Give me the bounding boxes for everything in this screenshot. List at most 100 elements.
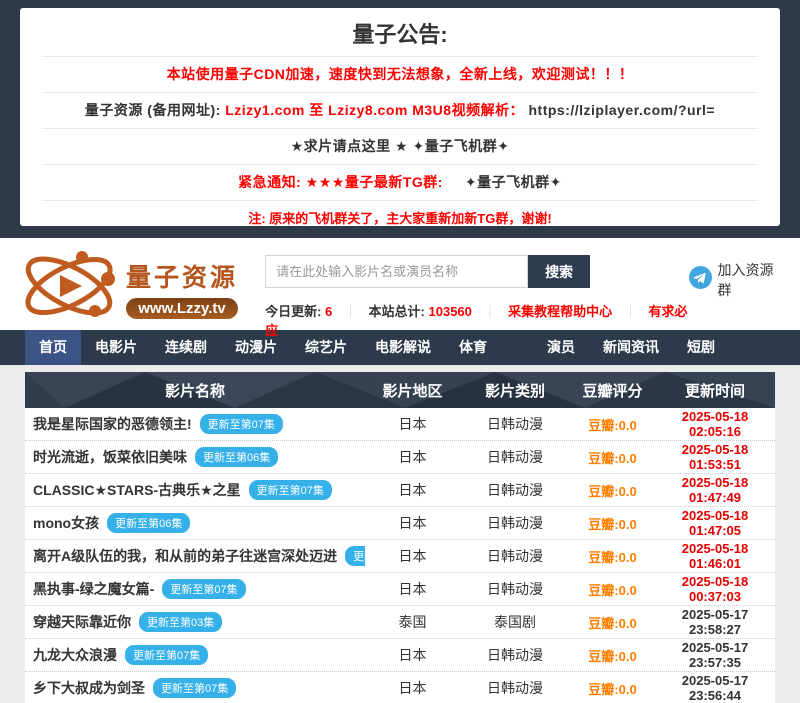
movie-title-link[interactable]: 我是星际国家的恶德领主! <box>33 414 192 434</box>
atom-logo-icon <box>18 248 120 329</box>
announcement-box: 量子公告: 本站使用量子CDN加速，速度快到无法想象，全新上线，欢迎测试！！！ … <box>20 8 780 226</box>
movie-update-time: 2025-05-18 00:37:03 <box>655 574 775 604</box>
site-header: 量子资源 www.Lzzy.tv 搜索 今日更新: 6 ｜ 本站总计: 1035… <box>0 238 800 330</box>
movie-rating: 豆瓣:0.0 <box>570 481 655 500</box>
movie-region: 日本 <box>365 513 460 533</box>
col-header-category: 影片类别 <box>460 380 570 401</box>
announcement-note: 注: 原来的飞机群关了，主大家重新加新TG群，谢谢! <box>42 208 758 226</box>
nav-item-sports[interactable]: 体育 <box>445 330 501 365</box>
movie-rating: 豆瓣:0.0 <box>570 613 655 632</box>
update-badge: 更新至第07集 <box>200 414 283 434</box>
movie-region: 日本 <box>365 678 460 698</box>
update-badge: 更新至第06集 <box>195 447 278 467</box>
movie-rating: 豆瓣:0.0 <box>570 514 655 533</box>
announcement-line-urls: 量子资源 (备用网址): Lzizy1.com 至 Lzizy8.com M3U… <box>42 92 758 128</box>
movie-category: 日韩动漫 <box>460 645 570 665</box>
movie-rating: 豆瓣:0.0 <box>570 679 655 698</box>
backup-urls-link[interactable]: Lzizy1.com 至 Lzizy8.com M3U8视频解析： <box>225 102 528 118</box>
nav-item-actors[interactable]: 演员 <box>533 330 589 365</box>
table-row[interactable]: 我是星际国家的恶德领主! 更新至第07集 日本 日韩动漫 豆瓣:0.0 2025-… <box>25 408 775 441</box>
movie-category: 日韩动漫 <box>460 447 570 467</box>
movie-title-link[interactable]: 时光流逝，饭菜依旧美味 <box>33 447 187 467</box>
nav-item-commentary[interactable]: 电影解说 <box>361 330 445 365</box>
movie-rating: 豆瓣:0.0 <box>570 415 655 434</box>
movie-category: 日韩动漫 <box>460 414 570 434</box>
table-row[interactable]: mono女孩更新至第06集 日本 日韩动漫 豆瓣:0.0 2025-05-18 … <box>25 507 775 540</box>
table-header: 影片名称 影片地区 影片类别 豆瓣评分 更新时间 <box>25 372 775 408</box>
table-row[interactable]: 穿越天际靠近你更新至第03集 泰国 泰国剧 豆瓣:0.0 2025-05-17 … <box>25 606 775 639</box>
table-row[interactable]: 黑执事-绿之魔女篇-更新至第07集 日本 日韩动漫 豆瓣:0.0 2025-05… <box>25 573 775 606</box>
movie-table: 我是星际国家的恶德领主! 更新至第07集 日本 日韩动漫 豆瓣:0.0 2025-… <box>25 408 775 703</box>
movie-title-link[interactable]: 穿越天际靠近你 <box>33 612 131 632</box>
announcement-line-request: ★求片请点这里 ★ ✦量子飞机群✦ <box>42 128 758 164</box>
movie-rating: 豆瓣:0.0 <box>570 646 655 665</box>
update-badge: 更新至第06集 <box>107 513 190 533</box>
search-input[interactable] <box>265 255 528 288</box>
nav-item-series[interactable]: 连续剧 <box>151 330 221 365</box>
movie-region: 泰国 <box>365 612 460 632</box>
movie-update-time: 2025-05-18 01:46:01 <box>655 541 775 571</box>
movie-category: 日韩动漫 <box>460 546 570 566</box>
tg-group-link[interactable]: ✦量子飞机群✦ <box>465 174 562 190</box>
nav-item-news[interactable]: 新闻资讯 <box>589 330 673 365</box>
update-badge: 更新至第07集 <box>162 579 245 599</box>
table-row[interactable]: 时光流逝，饭菜依旧美味更新至第06集 日本 日韩动漫 豆瓣:0.0 2025-0… <box>25 441 775 474</box>
update-badge: 更新至第07集 <box>153 678 236 698</box>
announcement-line-cdn: 本站使用量子CDN加速，速度快到无法想象，全新上线，欢迎测试！！！ <box>42 56 758 92</box>
update-badge: 更新至第03集 <box>139 612 222 632</box>
site-logo[interactable]: 量子资源 www.Lzzy.tv <box>18 248 247 329</box>
announcement-section: 量子公告: 本站使用量子CDN加速，速度快到无法想象，全新上线，欢迎测试！！！ … <box>0 0 800 238</box>
movie-category: 日韩动漫 <box>460 513 570 533</box>
movie-category: 泰国剧 <box>460 612 570 632</box>
announcement-note-block: 注: 原来的飞机群关了，主大家重新加新TG群，谢谢! 2025/02/13替换域… <box>42 200 758 226</box>
content-area: 影片名称 影片地区 影片类别 豆瓣评分 更新时间 我是星际国家的恶德领主!更新至… <box>0 365 800 703</box>
movie-category: 日韩动漫 <box>460 480 570 500</box>
movie-update-time: 2025-05-17 23:57:35 <box>655 640 775 670</box>
movie-update-time: 2025-05-18 01:47:49 <box>655 475 775 505</box>
search-button[interactable]: 搜索 <box>528 255 590 288</box>
table-row[interactable]: 乡下大叔成为剑圣更新至第07集 日本 日韩动漫 豆瓣:0.0 2025-05-1… <box>25 672 775 703</box>
nav-gap <box>501 330 533 365</box>
nav-item-shorts[interactable]: 短剧 <box>673 330 729 365</box>
movie-update-time: 2025-05-18 01:53:51 <box>655 442 775 472</box>
total-value: 103560 <box>429 304 472 319</box>
logo-title: 量子资源 <box>126 258 238 294</box>
movie-update-time: 2025-05-17 23:56:44 <box>655 673 775 703</box>
help-center-link[interactable]: 采集教程帮助中心 <box>508 304 612 319</box>
today-update-label: 今日更新: <box>265 304 321 319</box>
movie-region: 日本 <box>365 579 460 599</box>
nav-item-variety[interactable]: 综艺片 <box>291 330 361 365</box>
movie-region: 日本 <box>365 480 460 500</box>
update-badge: 更新至第07集 <box>125 645 208 665</box>
nav-item-anime[interactable]: 动漫片 <box>221 330 291 365</box>
total-label: 本站总计: <box>369 304 425 319</box>
announcement-line-urgent: 紧急通知: ★★★量子最新TG群:✦量子飞机群✦ <box>42 164 758 200</box>
movie-update-time: 2025-05-18 02:05:16 <box>655 409 775 439</box>
update-badge: 更新至第07集 <box>345 546 365 566</box>
movie-region: 日本 <box>365 447 460 467</box>
movie-category: 日韩动漫 <box>460 579 570 599</box>
col-header-title: 影片名称 <box>25 380 365 401</box>
movie-update-time: 2025-05-17 23:58:27 <box>655 607 775 637</box>
movie-title-link[interactable]: 乡下大叔成为剑圣 <box>33 678 145 698</box>
main-nav: 首页 电影片 连续剧 动漫片 综艺片 电影解说 体育 演员 新闻资讯 短剧 <box>0 330 800 365</box>
table-row[interactable]: 离开A级队伍的我，和从前的弟子往迷宫深处迈进更新至第07集 日本 日韩动漫 豆瓣… <box>25 540 775 573</box>
movie-title-link[interactable]: 黑执事-绿之魔女篇- <box>33 579 154 599</box>
request-film-link[interactable]: ★求片请点这里 ★ ✦量子飞机群✦ <box>291 138 510 154</box>
movie-region: 日本 <box>365 414 460 434</box>
join-group-button[interactable]: 加入资源群 <box>689 260 785 300</box>
movie-title-link[interactable]: 离开A级队伍的我，和从前的弟子往迷宫深处迈进 <box>33 546 337 566</box>
col-header-region: 影片地区 <box>365 380 460 401</box>
announcement-title: 量子公告: <box>20 8 780 56</box>
movie-title-link[interactable]: 九龙大众浪漫 <box>33 645 117 665</box>
col-header-time: 更新时间 <box>655 380 775 401</box>
movie-title-link[interactable]: CLASSIC★STARS-古典乐★之星 <box>33 480 241 500</box>
table-row[interactable]: 九龙大众浪漫更新至第07集 日本 日韩动漫 豆瓣:0.0 2025-05-17 … <box>25 639 775 672</box>
movie-title-link[interactable]: mono女孩 <box>33 513 99 533</box>
nav-item-movies[interactable]: 电影片 <box>81 330 151 365</box>
table-row[interactable]: CLASSIC★STARS-古典乐★之星更新至第07集 日本 日韩动漫 豆瓣:0… <box>25 474 775 507</box>
movie-rating: 豆瓣:0.0 <box>570 448 655 467</box>
nav-item-home[interactable]: 首页 <box>25 330 81 365</box>
movie-region: 日本 <box>365 546 460 566</box>
movie-region: 日本 <box>365 645 460 665</box>
